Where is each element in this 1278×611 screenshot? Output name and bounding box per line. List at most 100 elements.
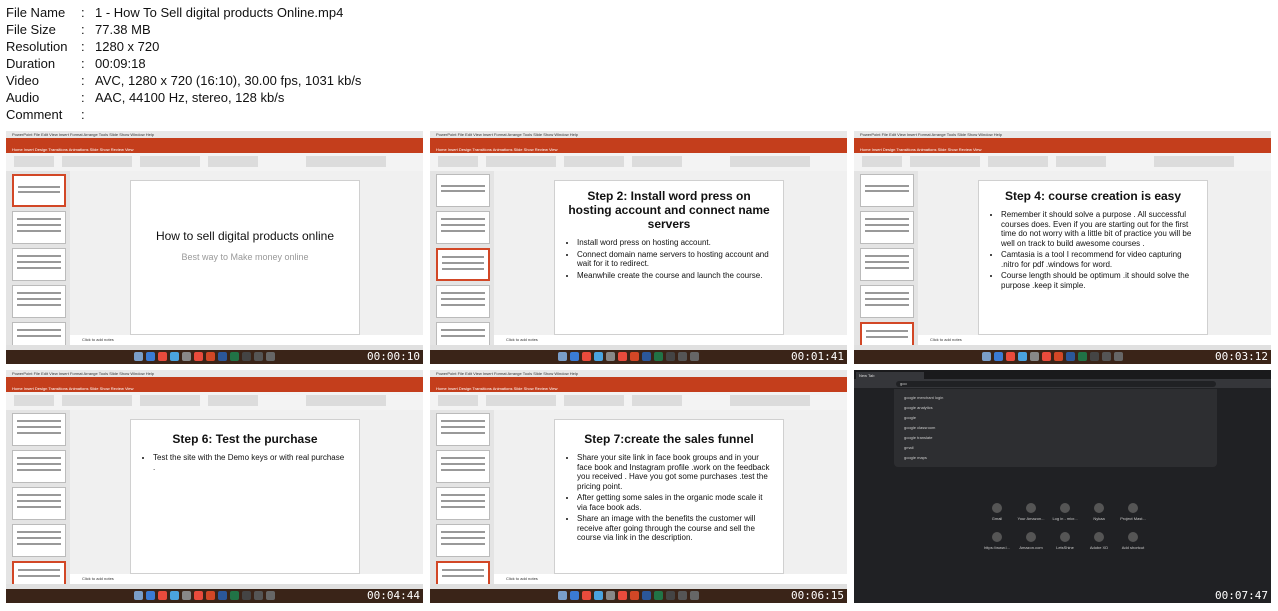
shortcut-tile[interactable]: Nykaa — [1082, 503, 1116, 521]
slide-thumbnail[interactable] — [436, 487, 490, 520]
suggestion-item[interactable]: google classroom — [904, 425, 935, 430]
app-icon[interactable] — [206, 591, 215, 600]
slide[interactable]: Step 7:create the sales funnel Share you… — [554, 419, 784, 574]
suggestion-item[interactable]: google analytics — [904, 405, 933, 410]
shortcut-tile[interactable]: Log in - micr... — [1048, 503, 1082, 521]
app-icon[interactable] — [170, 591, 179, 600]
slide-thumbnail[interactable] — [12, 524, 66, 557]
browser-tab[interactable]: New Tab — [856, 372, 924, 379]
slide-thumbnail[interactable] — [860, 211, 914, 244]
app-icon[interactable] — [266, 591, 275, 600]
app-icon[interactable] — [1042, 352, 1051, 361]
app-icon[interactable] — [158, 352, 167, 361]
app-icon[interactable] — [678, 591, 687, 600]
shortcut-tile[interactable]: https://www.l... — [980, 532, 1014, 550]
app-icon[interactable] — [230, 352, 239, 361]
app-icon[interactable] — [630, 352, 639, 361]
app-icon[interactable] — [1018, 352, 1027, 361]
notes-pane[interactable]: Click to add notes — [494, 335, 847, 345]
app-icon[interactable] — [218, 352, 227, 361]
app-icon[interactable] — [242, 352, 251, 361]
app-icon[interactable] — [642, 591, 651, 600]
app-icon[interactable] — [666, 352, 675, 361]
app-icon[interactable] — [194, 591, 203, 600]
app-icon[interactable] — [134, 591, 143, 600]
app-icon[interactable] — [134, 352, 143, 361]
slide-thumbnail[interactable] — [860, 174, 914, 207]
app-icon[interactable] — [1066, 352, 1075, 361]
app-icon[interactable] — [570, 352, 579, 361]
slide-thumbnail[interactable] — [860, 248, 914, 281]
slide-thumbnail[interactable] — [12, 211, 66, 244]
slide-thumbnail[interactable] — [12, 285, 66, 318]
app-icon[interactable] — [182, 591, 191, 600]
app-icon[interactable] — [1006, 352, 1015, 361]
app-icon[interactable] — [630, 591, 639, 600]
slide-thumbnail[interactable] — [12, 450, 66, 483]
app-icon[interactable] — [1078, 352, 1087, 361]
app-icon[interactable] — [254, 352, 263, 361]
notes-pane[interactable]: Click to add notes — [494, 574, 847, 584]
slide-thumbnail[interactable] — [12, 248, 66, 281]
suggestion-item[interactable]: google maps — [904, 455, 927, 460]
address-bar[interactable]: goo — [896, 381, 1216, 387]
slide-thumbnail[interactable] — [436, 450, 490, 483]
slide[interactable]: How to sell digital products online Best… — [130, 180, 360, 335]
suggestion-item[interactable]: google — [904, 415, 916, 420]
app-icon[interactable] — [1114, 352, 1123, 361]
app-icon[interactable] — [182, 352, 191, 361]
app-icon[interactable] — [242, 591, 251, 600]
shortcut-tile[interactable]: Your Amazon... — [1014, 503, 1048, 521]
app-icon[interactable] — [582, 352, 591, 361]
app-icon[interactable] — [194, 352, 203, 361]
app-icon[interactable] — [558, 352, 567, 361]
app-icon[interactable] — [666, 591, 675, 600]
app-icon[interactable] — [558, 591, 567, 600]
slide[interactable]: Step 2: Install word press on hosting ac… — [554, 180, 784, 335]
app-icon[interactable] — [606, 352, 615, 361]
app-icon[interactable] — [606, 591, 615, 600]
suggestion-item[interactable]: google translate — [904, 435, 932, 440]
app-icon[interactable] — [206, 352, 215, 361]
slide[interactable]: Step 6: Test the purchase Test the site … — [130, 419, 360, 574]
shortcut-tile[interactable]: Add shortcut — [1116, 532, 1150, 550]
shortcut-tile[interactable]: LetsShine — [1048, 532, 1082, 550]
slide-thumbnail[interactable] — [436, 285, 490, 318]
suggestion-item[interactable]: google merchant login — [904, 395, 943, 400]
slide-thumbnail[interactable] — [12, 174, 66, 207]
app-icon[interactable] — [594, 352, 603, 361]
app-icon[interactable] — [982, 352, 991, 361]
app-icon[interactable] — [642, 352, 651, 361]
app-icon[interactable] — [594, 591, 603, 600]
app-icon[interactable] — [690, 352, 699, 361]
app-icon[interactable] — [1030, 352, 1039, 361]
app-icon[interactable] — [266, 352, 275, 361]
app-icon[interactable] — [618, 591, 627, 600]
app-icon[interactable] — [678, 352, 687, 361]
suggestion-item[interactable]: gmail — [904, 445, 914, 450]
app-icon[interactable] — [690, 591, 699, 600]
app-icon[interactable] — [158, 591, 167, 600]
app-icon[interactable] — [1054, 352, 1063, 361]
app-icon[interactable] — [1090, 352, 1099, 361]
app-icon[interactable] — [230, 591, 239, 600]
slide-thumbnail[interactable] — [436, 524, 490, 557]
app-icon[interactable] — [570, 591, 579, 600]
app-icon[interactable] — [254, 591, 263, 600]
app-icon[interactable] — [654, 591, 663, 600]
app-icon[interactable] — [170, 352, 179, 361]
slide-thumbnail[interactable] — [12, 413, 66, 446]
app-icon[interactable] — [146, 352, 155, 361]
slide-thumbnail[interactable] — [436, 248, 490, 281]
slide-thumbnail[interactable] — [436, 174, 490, 207]
shortcut-tile[interactable]: Amazon.com — [1014, 532, 1048, 550]
slide-thumbnail[interactable] — [12, 487, 66, 520]
slide-thumbnail[interactable] — [436, 211, 490, 244]
slide-thumbnail[interactable] — [860, 285, 914, 318]
app-icon[interactable] — [618, 352, 627, 361]
slide-thumbnail[interactable] — [436, 413, 490, 446]
shortcut-tile[interactable]: Project Mast... — [1116, 503, 1150, 521]
app-icon[interactable] — [218, 591, 227, 600]
slide[interactable]: Step 4: course creation is easy Remember… — [978, 180, 1208, 335]
notes-pane[interactable]: Click to add notes — [70, 574, 423, 584]
